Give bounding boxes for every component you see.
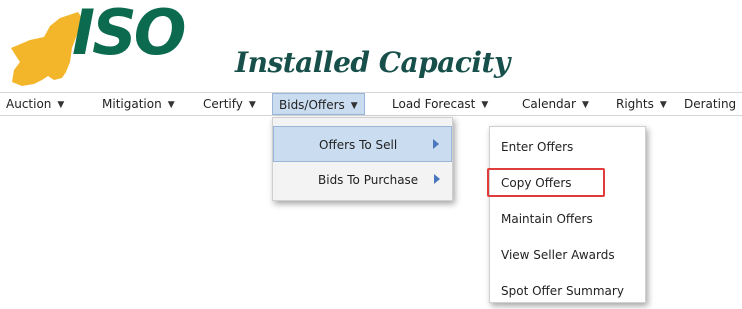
submenu-item-maintain-offers[interactable]: Maintain Offers — [490, 201, 645, 237]
menu-item-bids-to-purchase-label: Bids To Purchase — [318, 173, 419, 187]
nav-bids-offers-label: Bids/Offers — [279, 98, 345, 112]
nav-derating[interactable]: Derating — [684, 93, 736, 115]
nav-mitigation[interactable]: Mitigation ▼ — [102, 93, 175, 115]
nav-certify-label: Certify — [203, 97, 243, 111]
submenu-item-view-seller-awards-label: View Seller Awards — [501, 248, 615, 262]
submenu-item-view-seller-awards[interactable]: View Seller Awards — [490, 237, 645, 273]
menu-item-offers-to-sell-label: Offers To Sell — [319, 138, 398, 152]
chevron-down-icon: ▼ — [57, 100, 65, 110]
chevron-right-icon — [434, 174, 440, 184]
nav-load-forecast-label: Load Forecast — [392, 97, 476, 111]
nav-auction[interactable]: Auction ▼ — [6, 93, 64, 115]
nav-rights[interactable]: Rights ▼ — [616, 93, 667, 115]
main-navbar: Auction ▼ Mitigation ▼ Certify ▼ Bids/Offer… — [0, 92, 742, 116]
nav-rights-label: Rights — [616, 97, 654, 111]
menu-item-bids-to-purchase[interactable]: Bids To Purchase — [273, 162, 452, 198]
chevron-down-icon: ▼ — [481, 100, 489, 110]
submenu-item-maintain-offers-label: Maintain Offers — [501, 212, 593, 226]
submenu-item-spot-offer-summary-label: Spot Offer Summary — [501, 284, 624, 298]
iso-logo-text: ISO — [72, 0, 186, 69]
chevron-down-icon: ▼ — [350, 101, 358, 111]
nav-bids-offers[interactable]: Bids/Offers ▼ — [272, 93, 365, 115]
submenu-item-enter-offers[interactable]: Enter Offers — [490, 129, 645, 165]
nav-mitigation-label: Mitigation — [102, 97, 162, 111]
copy-offers-highlight-box — [487, 168, 605, 197]
product-title: Installed Capacity — [235, 46, 510, 79]
menu-item-offers-to-sell[interactable]: Offers To Sell — [273, 126, 452, 162]
submenu-item-enter-offers-label: Enter Offers — [501, 140, 574, 154]
header: ISO Installed Capacity — [0, 0, 742, 92]
chevron-right-icon — [433, 139, 439, 149]
chevron-down-icon: ▼ — [167, 100, 175, 110]
nav-load-forecast[interactable]: Load Forecast ▼ — [392, 93, 488, 115]
chevron-down-icon: ▼ — [248, 100, 256, 110]
bids-offers-dropdown: Offers To Sell Bids To Purchase — [272, 117, 453, 201]
nav-derating-label: Derating — [684, 97, 737, 111]
chevron-down-icon: ▼ — [581, 100, 589, 110]
nav-auction-label: Auction — [6, 97, 52, 111]
offers-to-sell-submenu: Enter Offers Copy Offers Maintain Offers… — [489, 126, 646, 303]
chevron-down-icon: ▼ — [659, 100, 667, 110]
submenu-item-spot-offer-summary[interactable]: Spot Offer Summary — [490, 273, 645, 309]
nav-calendar[interactable]: Calendar ▼ — [522, 93, 589, 115]
nav-certify[interactable]: Certify ▼ — [203, 93, 256, 115]
nav-calendar-label: Calendar — [522, 97, 576, 111]
